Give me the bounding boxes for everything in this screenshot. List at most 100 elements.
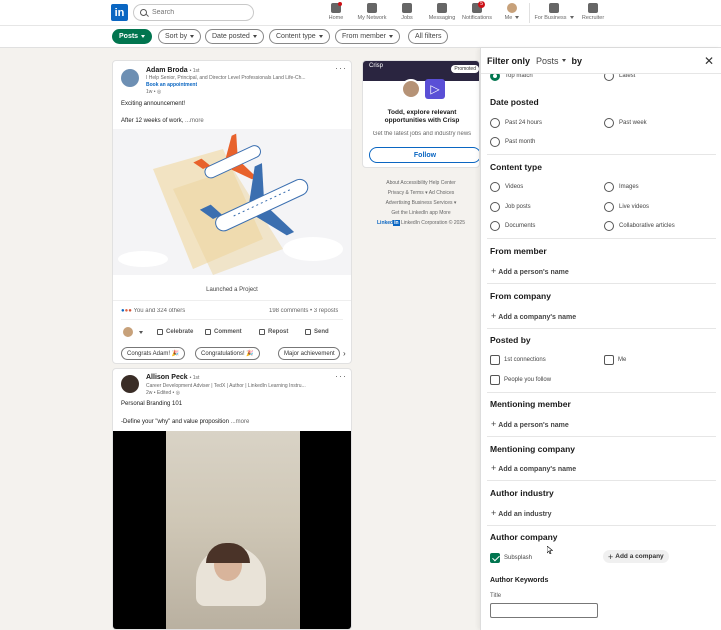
more-options-icon[interactable]: ··· xyxy=(335,63,347,73)
posted-by-option[interactable]: 1st connections xyxy=(490,355,546,365)
close-icon[interactable]: ✕ xyxy=(704,54,714,68)
from-member-filter[interactable]: From member xyxy=(335,29,400,44)
date-option[interactable]: Past month xyxy=(490,137,535,147)
content-type-filter[interactable]: Content type xyxy=(269,29,330,44)
author-company-option[interactable]: Subsplash xyxy=(490,553,532,563)
add-industry-button[interactable]: + Add an industry xyxy=(491,508,552,518)
content-type-option[interactable]: Documents xyxy=(490,221,535,231)
add-person-button[interactable]: + Add a person's name xyxy=(491,419,569,429)
nav-for-business[interactable]: For Business xyxy=(534,3,574,21)
chevron-down-icon xyxy=(139,330,143,334)
footer-row[interactable]: Get the LinkedIn app More xyxy=(362,208,480,218)
send-icon xyxy=(305,329,311,335)
radio-button[interactable] xyxy=(490,137,500,147)
date-option[interactable]: Past week xyxy=(604,118,647,128)
quick-reply-chip[interactable]: Major achievement xyxy=(278,347,340,360)
author-headline: I Help Senior, Principal, and Director L… xyxy=(146,75,306,81)
chevron-right-icon[interactable]: › xyxy=(343,349,346,358)
bell-icon: 5 xyxy=(472,1,485,13)
checkbox[interactable] xyxy=(490,553,500,563)
filter-type-dropdown[interactable]: Posts xyxy=(536,56,566,66)
content-type-option[interactable]: Job posts xyxy=(490,202,531,212)
nav-me[interactable]: Me xyxy=(492,3,532,21)
search-input[interactable] xyxy=(152,9,242,16)
post-card: Allison Peck • 1st Career Development Ad… xyxy=(112,368,352,630)
chevron-down-icon xyxy=(190,35,195,38)
radio-button[interactable] xyxy=(490,202,500,212)
post-illustration[interactable] xyxy=(113,129,351,275)
avatar xyxy=(123,327,133,337)
send-button[interactable]: Send xyxy=(305,327,329,337)
see-more-link[interactable]: ...more xyxy=(231,419,250,425)
footer-row[interactable]: Privacy & Terms ▾ Ad Choices xyxy=(362,188,480,198)
nav-notifications[interactable]: 5 Notifications xyxy=(457,1,497,21)
author-name[interactable]: Allison Peck • 1st xyxy=(146,374,199,381)
reaction-avatar-select[interactable] xyxy=(123,327,157,337)
radio-button[interactable] xyxy=(490,118,500,128)
divider xyxy=(487,283,716,284)
radio-button[interactable] xyxy=(490,182,500,192)
add-company-button[interactable]: + Add a company's name xyxy=(491,311,576,321)
quick-reply-chip[interactable]: Congratulations! 🎉 xyxy=(195,347,260,360)
author-name[interactable]: Adam Broda • 1st xyxy=(146,67,199,74)
divider xyxy=(113,300,351,301)
sort-by-filter[interactable]: Sort by xyxy=(158,29,202,44)
author-avatar[interactable] xyxy=(121,375,139,393)
title-input[interactable] xyxy=(490,603,598,618)
checkbox[interactable] xyxy=(490,375,500,385)
linkedin-wordmark: Linked xyxy=(377,220,394,226)
nav-messaging[interactable]: Messaging xyxy=(422,3,462,21)
chevron-down-icon xyxy=(141,35,146,38)
notification-badge: 5 xyxy=(478,1,485,8)
recruiter-icon xyxy=(588,3,598,13)
radio-button[interactable] xyxy=(490,221,500,231)
more-options-icon[interactable]: ··· xyxy=(335,371,347,381)
section-title: Content type xyxy=(490,162,542,172)
section-title: From company xyxy=(490,291,551,301)
content-type-option[interactable]: Videos xyxy=(490,182,523,192)
footer-row[interactable]: About Accessibility Help Center xyxy=(362,178,480,188)
section-title: Author industry xyxy=(490,488,554,498)
nav-home[interactable]: Home xyxy=(316,2,356,21)
footer-row[interactable]: Advertising Business Services ▾ xyxy=(362,198,480,208)
avatar xyxy=(507,3,517,13)
radio-button[interactable] xyxy=(604,221,614,231)
content-type-option[interactable]: Images xyxy=(604,182,639,192)
post-time: 2w • Edited • ◎ xyxy=(146,390,181,396)
add-person-button[interactable]: + Add a person's name xyxy=(491,266,569,276)
add-company-button[interactable]: + Add a company's name xyxy=(491,463,576,473)
add-company-button[interactable]: + Add a company xyxy=(603,550,669,563)
follow-button[interactable]: Follow xyxy=(369,147,479,163)
author-avatar[interactable] xyxy=(121,69,139,87)
checkbox[interactable] xyxy=(490,355,500,365)
all-filters-button[interactable]: All filters xyxy=(408,29,449,44)
posted-by-option[interactable]: People you follow xyxy=(490,375,551,385)
radio-button[interactable] xyxy=(604,118,614,128)
chevron-down-icon xyxy=(561,59,566,62)
date-option[interactable]: Past 24 hours xyxy=(490,118,542,128)
quick-reply-chip[interactable]: Congrats Adam! 🎉 xyxy=(121,347,186,360)
see-more-link[interactable]: ...more xyxy=(185,118,204,124)
video-frame xyxy=(166,431,300,629)
checkbox[interactable] xyxy=(604,355,614,365)
posted-by-option[interactable]: Me xyxy=(604,355,626,365)
repost-button[interactable]: Repost xyxy=(259,327,305,337)
celebrate-button[interactable]: Celebrate xyxy=(157,327,205,337)
date-posted-filter[interactable]: Date posted xyxy=(205,29,264,44)
search-box[interactable] xyxy=(133,4,254,21)
posts-filter[interactable]: Posts xyxy=(112,29,153,44)
content-type-option[interactable]: Live videos xyxy=(604,202,649,212)
linkedin-logo[interactable]: in xyxy=(111,4,128,21)
repost-icon xyxy=(259,329,265,335)
nav-jobs[interactable]: Jobs xyxy=(387,3,427,21)
post-stats[interactable]: 198 comments • 3 reposts xyxy=(269,308,338,314)
comment-button[interactable]: Comment xyxy=(205,327,259,337)
radio-button[interactable] xyxy=(604,202,614,212)
book-appointment-link[interactable]: Book an appointment xyxy=(146,82,197,88)
video-player[interactable] xyxy=(113,431,351,629)
nav-recruiter[interactable]: Recruiter xyxy=(573,3,613,21)
content-type-option[interactable]: Collaborative articles xyxy=(604,221,675,231)
nav-my-network[interactable]: My Network xyxy=(352,3,392,21)
reactions-count[interactable]: ●●● You and 324 others xyxy=(121,308,185,314)
radio-button[interactable] xyxy=(604,182,614,192)
